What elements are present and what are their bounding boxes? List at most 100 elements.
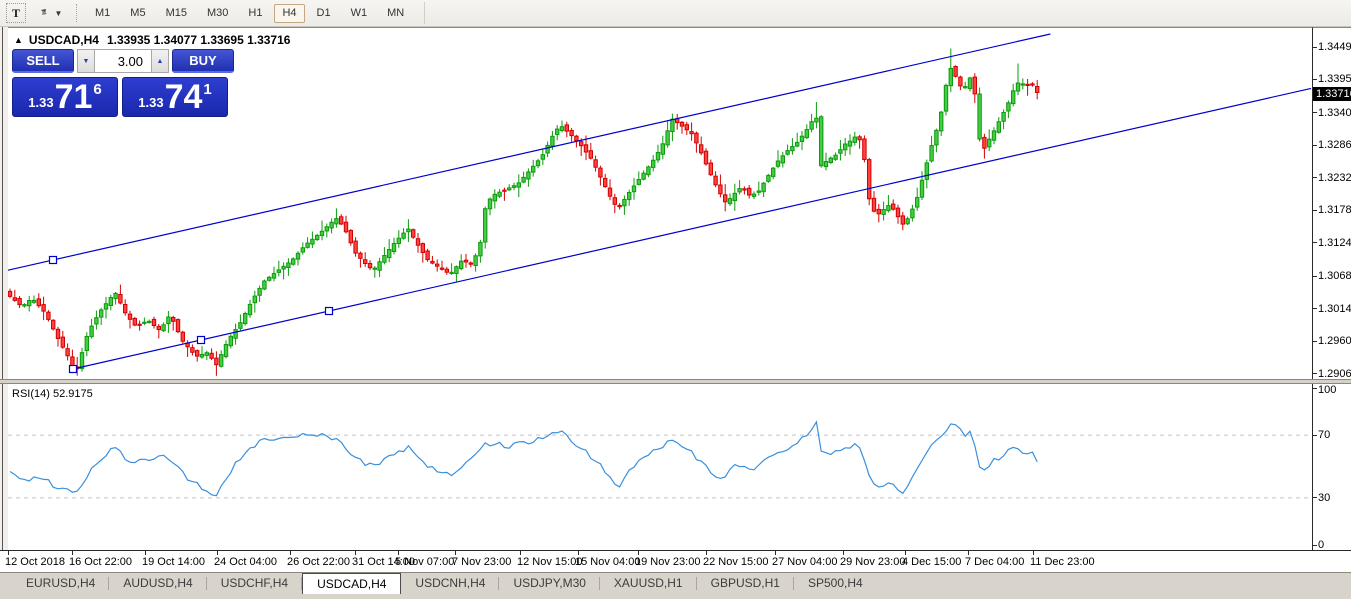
sell-price-display[interactable]: 1.33 71 6 (12, 77, 118, 117)
chart-tab-xauusd[interactable]: XAUUSD,H1 (600, 573, 697, 594)
time-axis-label: 12 Oct 2018 (5, 556, 65, 568)
rsi-axis-tick (1313, 497, 1317, 498)
time-axis-tick (1033, 551, 1034, 555)
volume-input[interactable]: 3.00 (95, 49, 151, 73)
timeframe-button-m5[interactable]: M5 (122, 4, 153, 23)
arrows-icon (36, 5, 52, 22)
chart-tab-usdjpy[interactable]: USDJPY,M30 (499, 573, 599, 594)
rsi-indicator-pane[interactable] (8, 384, 1312, 550)
time-axis-tick (290, 551, 291, 555)
timeframe-button-m1[interactable]: M1 (87, 4, 118, 23)
price-axis-tick (1313, 308, 1317, 309)
buy-price-base: 1.33 (138, 95, 163, 110)
rsi-axis-label: 30 (1318, 492, 1330, 504)
price-axis-label: 1.30145 (1318, 303, 1351, 315)
chart-tab-usdcnh[interactable]: USDCNH,H4 (401, 573, 499, 594)
chart-tab-usdchf[interactable]: USDCHF,H4 (207, 573, 302, 594)
price-axis-label: 1.30685 (1318, 270, 1351, 282)
time-axis-label: 29 Nov 23:00 (840, 556, 905, 568)
sell-price-pipette: 6 (93, 81, 101, 98)
price-axis-label: 1.31780 (1318, 204, 1351, 216)
chart-tab-audusd[interactable]: AUDUSD,H4 (109, 573, 206, 594)
buy-price-pips: 74 (165, 79, 203, 115)
timeframe-button-mn[interactable]: MN (379, 4, 412, 23)
price-axis-label: 1.32320 (1318, 172, 1351, 184)
rsi-axis-tick (1313, 388, 1317, 389)
time-axis-label: 26 Oct 22:00 (287, 556, 350, 568)
price-axis-label: 1.31240 (1318, 237, 1351, 249)
time-axis-tick (455, 551, 456, 555)
chart-tab-sp500[interactable]: SP500,H4 (794, 573, 877, 594)
timeframe-button-h4[interactable]: H4 (274, 4, 304, 23)
time-axis-tick (968, 551, 969, 555)
price-axis-tick (1313, 276, 1317, 277)
chart-tab-eurusd[interactable]: EURUSD,H4 (12, 573, 109, 594)
chart-title: ▲ USDCAD,H4 1.33935 1.34077 1.33695 1.33… (14, 33, 290, 47)
chevron-down-icon: ▼ (55, 9, 63, 18)
window-left-border (0, 27, 8, 572)
timeframe-button-m30[interactable]: M30 (199, 4, 236, 23)
price-axis-tick (1313, 145, 1317, 146)
time-axis-label: 19 Nov 23:00 (635, 556, 700, 568)
time-axis-tick (145, 551, 146, 555)
price-axis-label: 1.29605 (1318, 335, 1351, 347)
price-axis-label: 1.32860 (1318, 139, 1351, 151)
chart-tab-gbpusd[interactable]: GBPUSD,H1 (697, 573, 794, 594)
buy-price-display[interactable]: 1.33 74 1 (122, 77, 228, 117)
sell-button[interactable]: SELL (12, 49, 74, 73)
price-axis-tick (1313, 177, 1317, 178)
time-axis-tick (398, 551, 399, 555)
time-axis-label: 22 Nov 15:00 (703, 556, 768, 568)
time-axis-label: 7 Nov 23:00 (452, 556, 511, 568)
volume-increase-button[interactable]: ▲ (151, 49, 169, 73)
time-axis-label: 12 Nov 15:00 (517, 556, 582, 568)
price-axis-tick (1313, 112, 1317, 113)
buy-price-pipette: 1 (203, 81, 211, 98)
time-axis[interactable]: 12 Oct 2018 16 Oct 22:00 19 Oct 14:00 24 Oc… (0, 550, 1351, 572)
timeframe-button-m15[interactable]: M15 (158, 4, 195, 23)
time-axis-label: 19 Oct 14:00 (142, 556, 205, 568)
sell-price-pips: 71 (55, 79, 93, 115)
rsi-axis-tick (1313, 545, 1317, 546)
tick-up-icon: ▲ (14, 35, 23, 45)
time-axis-label: 24 Oct 04:00 (214, 556, 277, 568)
price-axis-label: 1.34495 (1318, 41, 1351, 53)
chart-symbol-label: USDCAD,H4 (29, 33, 99, 47)
time-axis-label: 5 Nov 07:00 (395, 556, 454, 568)
time-axis-tick (355, 551, 356, 555)
rsi-indicator-label: RSI(14) 52.9175 (12, 388, 93, 400)
timeframe-button-h1[interactable]: H1 (240, 4, 270, 23)
chart-tab-bar: EURUSD,H4AUDUSD,H4USDCHF,H4USDCAD,H4USDC… (0, 572, 1351, 599)
price-axis-tick (1313, 79, 1317, 80)
time-axis-tick (8, 551, 9, 555)
price-axis[interactable]: 1.344951.339551.334001.328601.323201.317… (1312, 27, 1351, 379)
rsi-axis[interactable]: 10070300 (1312, 384, 1351, 550)
time-axis-tick (520, 551, 521, 555)
time-axis-label: 15 Nov 04:00 (575, 556, 640, 568)
rsi-axis-tick (1313, 435, 1317, 436)
time-axis-tick (905, 551, 906, 555)
price-axis-tick (1313, 373, 1317, 374)
buy-button[interactable]: BUY (172, 49, 234, 73)
text-tool-button[interactable]: T (6, 3, 26, 23)
toolbar-grip (76, 4, 77, 22)
one-click-trading-panel: SELL ▼ 3.00 ▲ BUY 1.33 71 6 1.33 74 1 (12, 49, 236, 117)
volume-decrease-button[interactable]: ▼ (77, 49, 95, 73)
timeframe-button-group: M1M5 M15M30H1H4 D1W1MN (85, 4, 414, 23)
price-axis-tick (1313, 341, 1317, 342)
timeframe-button-w1[interactable]: W1 (343, 4, 376, 23)
time-axis-tick (638, 551, 639, 555)
rsi-axis-label: 70 (1318, 429, 1330, 441)
time-axis-tick (706, 551, 707, 555)
timeframe-button-d1[interactable]: D1 (309, 4, 339, 23)
time-axis-label: 16 Oct 22:00 (69, 556, 132, 568)
time-axis-tick (72, 551, 73, 555)
chart-tab-usdcad[interactable]: USDCAD,H4 (302, 573, 401, 594)
arrows-tool-button[interactable]: ▼ (32, 3, 66, 23)
time-axis-label: 4 Dec 15:00 (902, 556, 961, 568)
time-axis-tick (217, 551, 218, 555)
toolbar-separator (424, 2, 425, 24)
rsi-chart-canvas[interactable] (8, 384, 1312, 550)
time-axis-tick (843, 551, 844, 555)
time-axis-label: 7 Dec 04:00 (965, 556, 1024, 568)
